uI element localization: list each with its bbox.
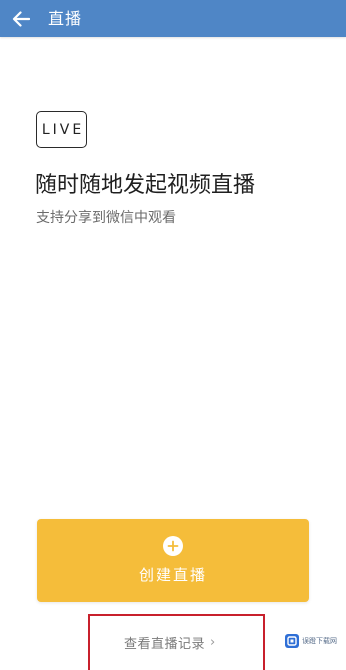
watermark: 误蹬下载网 bbox=[285, 634, 337, 648]
page-title: 直播 bbox=[48, 9, 83, 28]
view-records-label: 查看直播记录 bbox=[124, 637, 206, 652]
create-live-button[interactable]: 创建直播 bbox=[37, 519, 309, 602]
headline: 随时随地发起视频直播 bbox=[35, 173, 256, 198]
app-bar: 直播 bbox=[0, 0, 346, 37]
live-stream-screen: 直播 LIVE 随时随地发起视频直播 支持分享到微信中观看 创建直播 查看直播记… bbox=[0, 0, 346, 670]
subheadline: 支持分享到微信中观看 bbox=[36, 210, 176, 226]
watermark-logo-icon bbox=[285, 634, 299, 648]
chevron-right-icon: › bbox=[210, 635, 216, 650]
watermark-text: 误蹬下载网 bbox=[302, 637, 337, 645]
view-records-link[interactable]: 查看直播记录 › bbox=[124, 633, 216, 652]
live-badge: LIVE bbox=[36, 111, 87, 148]
create-live-label: 创建直播 bbox=[138, 566, 207, 584]
plus-circle-icon bbox=[163, 536, 183, 556]
arrow-left-icon bbox=[12, 10, 30, 27]
back-button[interactable] bbox=[0, 0, 42, 37]
